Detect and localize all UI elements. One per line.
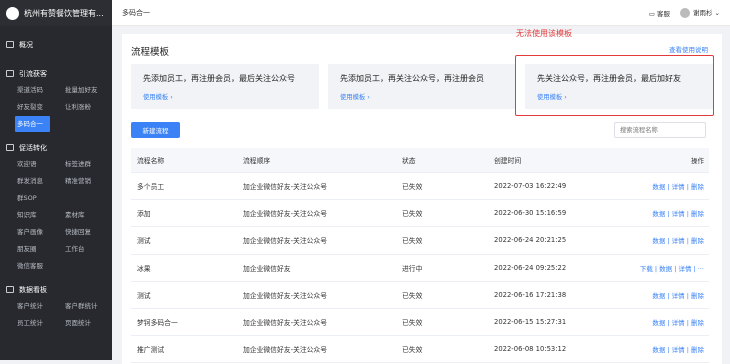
sidebar-item[interactable]: 快捷回复 — [65, 224, 113, 240]
help-link[interactable]: 查看使用说明 — [669, 44, 708, 54]
sidebar-item-fission[interactable]: 好友裂变 — [17, 99, 65, 115]
sidebar-item[interactable]: 素材库 — [65, 207, 113, 223]
header-created: 创建时间 — [494, 157, 522, 165]
sidebar-item[interactable]: 精准营销 — [65, 173, 113, 189]
table-row: 测试 加企业微信好友-关注公众号 已失效 2022-06-16 17:21:38 数据 … — [131, 282, 709, 309]
sidebar-section-convert[interactable]: 促活转化 — [0, 139, 112, 156]
sidebar-item[interactable]: 群发消息 — [17, 173, 65, 189]
table-row: 测试 加企业微信好友-关注公众号 已失效 2022-06-24 20:21:25 数据 … — [131, 227, 709, 255]
grid-icon — [6, 144, 14, 151]
sidebar-item[interactable]: 客户画像 — [17, 224, 65, 240]
sidebar-item[interactable]: 客户群统计 — [65, 298, 113, 314]
grid-icon — [6, 70, 14, 77]
sidebar-item[interactable]: 员工统计 — [17, 315, 65, 331]
row-actions[interactable]: 数据 | 详情 | 删除 — [636, 344, 709, 354]
row-actions[interactable]: 数据 | 详情 | 删除 — [636, 235, 709, 245]
row-actions[interactable]: 数据 | 详情 | 删除 — [636, 181, 709, 191]
row-actions[interactable]: 下载 | 数据 | 详情 | ··· — [636, 263, 709, 273]
annotation-label: 无法使用该模板 — [516, 29, 572, 38]
template-card: 先添加员工，再关注公众号，再注册会员 使用模板 › — [328, 64, 516, 109]
sidebar-item[interactable]: 群SOP — [17, 190, 113, 206]
template-card: 先添加员工，再注册会员，最后关注公众号 使用模板 › — [131, 64, 319, 109]
row-actions[interactable]: 数据 | 详情 | 删除 — [636, 317, 709, 327]
sidebar-group-acquire: 渠道活码 批量加好友 好友裂变 让利涨粉 多码合一 — [0, 82, 112, 132]
sidebar-item-batch-add[interactable]: 批量加好友 — [65, 82, 113, 98]
breadcrumb: 多码合一 — [122, 8, 150, 17]
sidebar: 杭州有赞餐饮管理有... 概况 引流获客 渠道活码 批量加好友 好友裂变 让利涨… — [0, 0, 112, 360]
sidebar-item[interactable]: 知识库 — [17, 207, 65, 223]
sidebar-item[interactable]: 微信客服 — [17, 258, 113, 274]
header-status: 状态 — [402, 157, 416, 165]
sidebar-item[interactable]: 朋友圈 — [17, 241, 65, 257]
table-row: 冰果 加企业微信好友 进行中 2022-06-24 09:25:22 下载 | 数据 |… — [131, 255, 709, 282]
row-actions[interactable]: 数据 | 详情 | 删除 — [636, 208, 709, 218]
template-text: 先添加员工，再关注公众号，再注册会员 — [340, 74, 484, 83]
table-row: 多个员工 加企业微信好友-关注公众号 已失效 2022-07-03 16:22:49 数… — [131, 173, 709, 201]
sidebar-item[interactable]: 欢迎语 — [17, 156, 65, 172]
sidebar-nav: 概况 引流获客 渠道活码 批量加好友 好友裂变 让利涨粉 多码合一 促活转化 欢… — [0, 26, 112, 331]
sidebar-item[interactable]: 客户统计 — [17, 298, 65, 314]
brand-name: 杭州有赞餐饮管理有... — [24, 8, 104, 18]
sidebar-group-convert: 欢迎语 标签进群 群发消息 精准营销 群SOP 知识库 素材库 客户画像 快捷回… — [0, 156, 112, 274]
template-text: 先添加员工，再注册会员，最后关注公众号 — [143, 74, 295, 83]
avatar — [679, 8, 690, 18]
use-template-link[interactable]: 使用模板 › — [340, 92, 516, 101]
chart-icon — [6, 286, 14, 293]
flow-table: 流程名称 流程顺序 状态 创建时间 操作 多个员工 加企业微信好友-关注公众号 已失… — [131, 148, 709, 364]
table-row: 梦钶多码合一 加企业微信好友-关注公众号 已失效 2022-06-15 15:27:3… — [131, 309, 709, 337]
page-title: 流程模板 — [131, 47, 170, 58]
sidebar-item-overview[interactable]: 概况 — [0, 36, 112, 53]
annotation-box — [515, 55, 714, 116]
sidebar-item-channel-code[interactable]: 渠道活码 — [17, 82, 65, 98]
brand[interactable]: 杭州有赞餐饮管理有... — [0, 0, 112, 26]
topbar: 多码合一 ▭ 客服 谢雨杉 ⌄ — [112, 0, 730, 26]
sidebar-group-data: 客户统计 客户群统计 员工统计 页面统计 — [0, 298, 112, 331]
brand-logo-icon — [6, 6, 19, 20]
row-actions[interactable]: 数据 | 详情 | 删除 — [636, 290, 709, 300]
user-menu[interactable]: 谢雨杉 ⌄ — [679, 7, 720, 18]
sidebar-item[interactable]: 页面统计 — [65, 315, 113, 331]
sidebar-item[interactable]: 工作台 — [65, 241, 113, 257]
sidebar-section-data[interactable]: 数据看板 — [0, 281, 112, 298]
new-flow-button[interactable]: 新建流程 — [131, 122, 180, 138]
topbar-right: ▭ 客服 谢雨杉 ⌄ — [649, 7, 720, 18]
sidebar-item[interactable]: 标签进群 — [65, 156, 113, 172]
header-order: 流程顺序 — [243, 157, 271, 165]
table-row: 推广测试 加企业微信好友-关注公众号 已失效 2022-06-08 10:53:12 数… — [131, 336, 709, 364]
search-input[interactable] — [614, 122, 706, 138]
table-header: 流程名称 流程顺序 状态 创建时间 操作 — [131, 148, 709, 173]
sidebar-item-grow-fans[interactable]: 让利涨粉 — [65, 99, 113, 115]
use-template-link[interactable]: 使用模板 › — [143, 92, 319, 101]
sidebar-section-acquire[interactable]: 引流获客 — [0, 65, 112, 82]
header-name: 流程名称 — [137, 157, 165, 165]
table-row: 添加 加企业微信好友-关注公众号 已失效 2022-06-30 15:16:59 数据 … — [131, 200, 709, 228]
sidebar-item-multi-code[interactable]: 多码合一 — [15, 116, 50, 132]
header-actions: 操作 — [691, 157, 704, 165]
monitor-icon — [6, 41, 14, 48]
customer-service-link[interactable]: ▭ 客服 — [649, 8, 670, 18]
